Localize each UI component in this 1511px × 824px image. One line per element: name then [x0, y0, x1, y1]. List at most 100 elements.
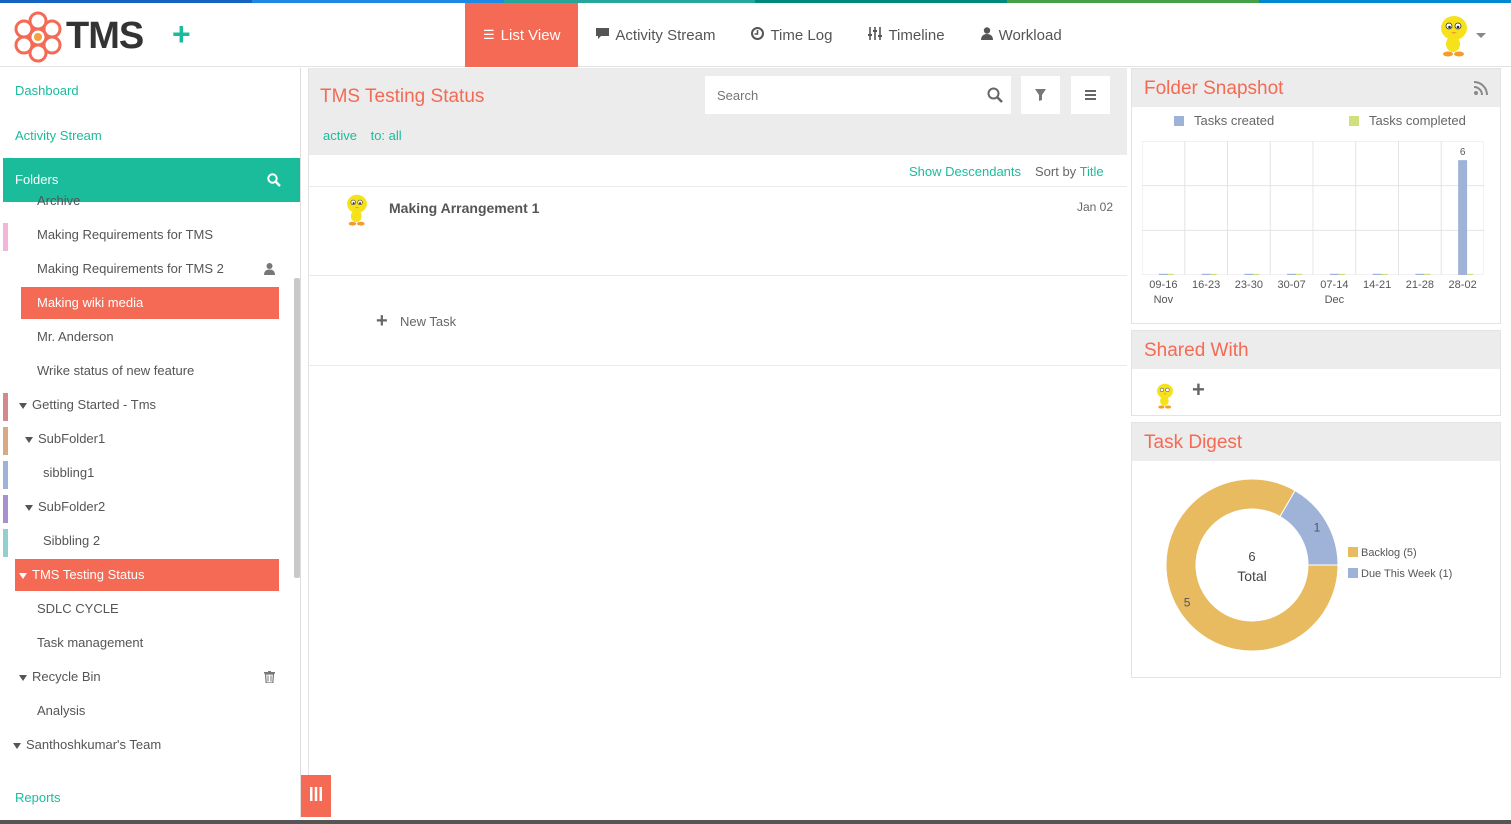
bar-tasks-created[interactable] — [1287, 273, 1297, 275]
rss-icon[interactable] — [1474, 81, 1488, 95]
sidebar-item-label: Wrike status of new feature — [37, 355, 194, 387]
search-input[interactable] — [705, 76, 1011, 114]
sidebar-item-label: Getting Started - Tms — [19, 389, 156, 421]
page-title: TMS Testing Status — [320, 86, 485, 107]
expand-arrow-icon[interactable] — [19, 402, 27, 409]
sort-by-value[interactable]: Title — [1080, 164, 1104, 179]
legend-label: Due This Week (1) — [1361, 568, 1453, 580]
x-month-label: Dec — [1324, 294, 1345, 306]
folder-name: sibbling1 — [43, 465, 95, 480]
expand-arrow-icon[interactable] — [25, 436, 33, 443]
filter-button[interactable] — [1021, 76, 1060, 114]
bar-tasks-completed[interactable] — [1381, 273, 1388, 275]
folder-name: SubFolder2 — [38, 499, 106, 514]
add-share-button[interactable]: + — [1192, 377, 1205, 403]
tab-workload[interactable]: Workload — [963, 3, 1080, 67]
bar-tasks-completed[interactable] — [1167, 273, 1174, 275]
bar-tasks-created[interactable] — [1201, 273, 1211, 275]
collapse-sidebar-button[interactable] — [301, 775, 331, 817]
tab-timeline[interactable]: Timeline — [850, 3, 962, 67]
sidebar-item-recycle-bin[interactable]: Recycle Bin — [2, 661, 282, 693]
add-button[interactable]: + — [172, 18, 191, 50]
trash-icon[interactable] — [264, 671, 275, 683]
panel-title: Folder Snapshot — [1132, 69, 1500, 107]
bar-tasks-completed[interactable] — [1253, 273, 1260, 275]
bar-tasks-created[interactable] — [1244, 273, 1254, 275]
folder-name: Task management — [37, 635, 144, 650]
tweety-avatar-icon — [347, 194, 367, 226]
filter-icon — [1035, 89, 1046, 101]
show-descendants-link[interactable]: Show Descendants — [909, 164, 1021, 179]
expand-arrow-icon[interactable] — [19, 572, 27, 579]
bar-tasks-completed[interactable] — [1210, 273, 1217, 275]
sidebar-item-label: Archive — [37, 185, 80, 217]
tab-activity-stream[interactable]: Activity Stream — [578, 3, 733, 67]
bar-tasks-created[interactable] — [1372, 273, 1382, 275]
sidebar-item-label: Task management — [37, 627, 143, 659]
folder-name: Archive — [37, 193, 81, 208]
sidebar-item-santhoshkumar-s-team[interactable]: Santhoshkumar's Team — [2, 729, 282, 761]
user-avatar[interactable] — [1436, 15, 1472, 57]
tweety-avatar-icon[interactable] — [1154, 383, 1176, 409]
sidebar-item-sibbling1[interactable]: sibbling1 — [2, 457, 282, 489]
shared-with-panel: Shared With + — [1131, 330, 1501, 416]
legend-swatch — [1348, 547, 1358, 557]
sidebar-item-sdlc-cycle[interactable]: SDLC CYCLE — [2, 593, 282, 625]
bar-tasks-completed[interactable] — [1296, 273, 1303, 275]
tab-label: Activity Stream — [615, 26, 716, 44]
bar-tasks-created[interactable] — [1329, 273, 1339, 275]
sidebar-item-subfolder2[interactable]: SubFolder2 — [2, 491, 282, 523]
sidebar-item-analysis[interactable]: Analysis — [2, 695, 282, 727]
expand-arrow-icon[interactable] — [13, 742, 21, 749]
user-menu-caret-icon[interactable] — [1476, 33, 1486, 38]
bar-tasks-completed[interactable] — [1338, 273, 1345, 275]
menu-button[interactable] — [1071, 76, 1110, 114]
sidebar-item-making-wiki-media[interactable]: Making wiki media — [21, 287, 279, 319]
sidebar-item-mr-anderson[interactable]: Mr. Anderson — [2, 321, 282, 353]
data-label: 6 — [1460, 147, 1466, 158]
folder-name: Making Requirements for TMS 2 — [37, 261, 224, 276]
task-title[interactable]: Making Arrangement 1 — [389, 200, 539, 216]
new-task-button[interactable]: New Task — [400, 314, 456, 329]
task-row[interactable]: Making Arrangement 1 Jan 02 — [309, 188, 1127, 276]
bar-tasks-created[interactable] — [1458, 160, 1468, 275]
filter-tag-status[interactable]: active — [323, 128, 357, 143]
new-task-row[interactable]: + New Task — [309, 276, 1127, 366]
search-icon[interactable] — [987, 87, 1003, 103]
sidebar-item-making-requirements-for-tms[interactable]: Making Requirements for TMS — [2, 219, 282, 251]
tab-label: Time Log — [770, 26, 833, 44]
app-logo[interactable]: TMS — [12, 9, 144, 63]
bar-tasks-created[interactable] — [1158, 273, 1168, 275]
sidebar-item-label: Analysis — [37, 695, 85, 727]
legend-swatch — [1349, 116, 1359, 126]
tab-time-log[interactable]: Time Log — [733, 3, 850, 67]
sidebar-scrollbar[interactable] — [294, 278, 300, 578]
sidebar-item-label: Mr. Anderson — [37, 321, 114, 353]
donut-total-label: Total — [1237, 568, 1267, 584]
folder-name: SDLC CYCLE — [37, 601, 119, 616]
sidebar-item-archive[interactable]: Archive — [2, 185, 282, 217]
sidebar-item-subfolder1[interactable]: SubFolder1 — [2, 423, 282, 455]
bar-tasks-created[interactable] — [1415, 273, 1425, 275]
sidebar-item-tms-testing-status[interactable]: TMS Testing Status — [15, 559, 279, 591]
tab-list-view[interactable]: ☰ List View — [465, 3, 579, 67]
user-icon — [980, 27, 993, 43]
sidebar-item-reports[interactable]: Reports — [15, 790, 61, 805]
folder-name: Making wiki media — [37, 295, 144, 310]
sidebar-item-sibbling-2[interactable]: Sibbling 2 — [2, 525, 282, 557]
sidebar-item-label: SDLC CYCLE — [37, 593, 119, 625]
expand-arrow-icon[interactable] — [19, 674, 27, 681]
clock-icon — [751, 27, 765, 43]
sidebar-item-making-requirements-for-tms-2[interactable]: Making Requirements for TMS 2 — [2, 253, 282, 285]
sidebar-item-getting-started-tms[interactable]: Getting Started - Tms — [2, 389, 282, 421]
filter-tag-assignee[interactable]: to: all — [371, 128, 402, 143]
bar-tasks-completed[interactable] — [1467, 273, 1474, 275]
bar-tasks-completed[interactable] — [1424, 273, 1431, 275]
sidebar-item-activity-stream[interactable]: Activity Stream — [15, 128, 102, 143]
folder-color-stripe — [3, 223, 8, 251]
sidebar-item-task-management[interactable]: Task management — [2, 627, 282, 659]
task-digest-title: Task Digest — [1144, 432, 1243, 453]
expand-arrow-icon[interactable] — [25, 504, 33, 511]
sidebar-item-dashboard[interactable]: Dashboard — [15, 83, 79, 98]
sidebar-item-wrike-status-of-new-feature[interactable]: Wrike status of new feature — [2, 355, 282, 387]
